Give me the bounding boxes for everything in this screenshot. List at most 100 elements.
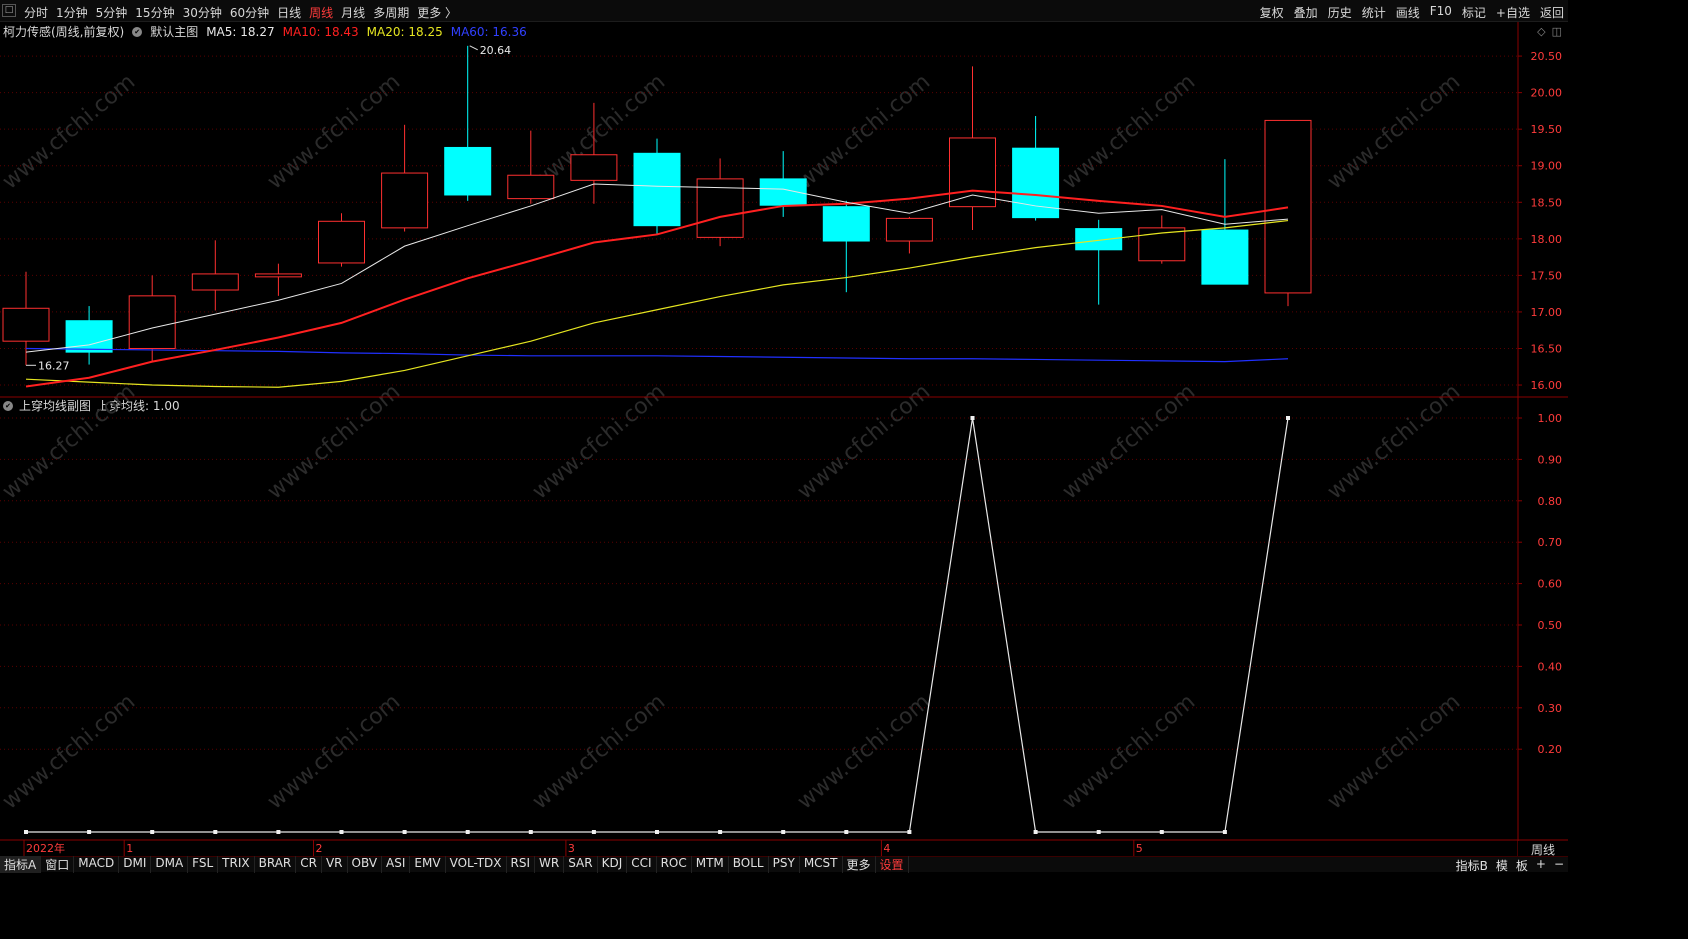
signal-point: [150, 830, 155, 834]
candle-body-up: [949, 137, 996, 208]
sub-y-label: 0.60: [1538, 578, 1563, 591]
kline-chart[interactable]: www.cfchi.com www.cfchi.com www.cfchi.com w…: [0, 0, 1568, 856]
candle-body-down: [822, 206, 870, 242]
watermark-text: www.cfchi.com: [1058, 379, 1200, 504]
indicator-tab-6[interactable]: TRIX: [218, 856, 255, 873]
indicator-tab-17[interactable]: KDJ: [598, 856, 628, 873]
signal-point: [528, 830, 533, 834]
indicator-tab-25[interactable]: 设置: [876, 856, 909, 873]
watermark-text: www.cfchi.com: [793, 689, 935, 814]
indicator-tab-14[interactable]: RSI: [507, 856, 536, 873]
indicator-tab-7[interactable]: BRAR: [255, 856, 297, 873]
indicator-tab-9[interactable]: VR: [322, 856, 348, 873]
right-tab-4[interactable]: −: [1554, 857, 1564, 874]
watermark-text: www.cfchi.com: [263, 379, 405, 504]
indicator-tab-1[interactable]: 窗口: [41, 856, 75, 873]
candle-body-up: [254, 273, 302, 278]
signal-point: [1222, 830, 1227, 834]
candle-body-up: [885, 217, 933, 242]
signal-point: [781, 830, 786, 834]
indicator-tab-15[interactable]: WR: [535, 856, 565, 873]
indicator-bar: 指标A 窗口 MACD DMI DMA FSL TRIX BRAR CR VR OBV ASI EMV V…: [0, 856, 1568, 874]
main-y-label: 18.50: [1531, 196, 1563, 209]
signal-point: [1096, 830, 1101, 834]
low-annotation: 16.27: [38, 359, 70, 372]
main-y-label: 18.00: [1531, 233, 1563, 246]
watermark-text: www.cfchi.com: [0, 689, 140, 814]
main-y-label: 19.50: [1531, 123, 1563, 136]
candle-body-down: [1012, 147, 1060, 219]
indicator-tab-10[interactable]: OBV: [348, 856, 383, 873]
candle-body-down: [444, 146, 492, 196]
indicator-tab-2[interactable]: MACD: [74, 856, 120, 873]
signal-point: [844, 830, 849, 834]
sub-y-label: 0.20: [1538, 743, 1563, 756]
watermark-text: www.cfchi.com: [1323, 379, 1465, 504]
indicator-tab-5[interactable]: FSL: [188, 856, 219, 873]
candle-body-down: [65, 320, 113, 353]
indicator-tab-19[interactable]: ROC: [657, 856, 692, 873]
signal-point: [970, 416, 975, 420]
sub-y-label: 1.00: [1538, 412, 1563, 425]
x-axis-label: 2022年: [26, 841, 65, 855]
indicator-tab-21[interactable]: BOLL: [729, 856, 769, 873]
watermark-text: www.cfchi.com: [1323, 69, 1465, 194]
signal-point: [591, 830, 596, 834]
indicator-tab-22[interactable]: PSY: [769, 856, 800, 873]
indicator-tab-20[interactable]: MTM: [692, 856, 729, 873]
candle-body-up: [507, 174, 555, 200]
main-y-label: 17.00: [1531, 306, 1563, 319]
x-axis-label: 1: [126, 842, 133, 855]
indicator-tab-23[interactable]: MCST: [800, 856, 843, 873]
right-tab-2[interactable]: 板: [1516, 857, 1528, 874]
sub-y-label: 0.90: [1538, 453, 1563, 466]
signal-point: [465, 830, 470, 834]
x-axis-label: 5: [1136, 842, 1143, 855]
main-y-label: 20.00: [1531, 87, 1563, 100]
indicator-tab-11[interactable]: ASI: [382, 856, 411, 873]
indicator-tab-4[interactable]: DMA: [151, 856, 189, 873]
sub-y-label: 0.30: [1538, 702, 1563, 715]
candle-body-up: [1264, 119, 1312, 294]
signal-point: [339, 830, 344, 834]
candle-body-down: [1075, 228, 1123, 251]
signal-point: [718, 830, 723, 834]
watermark-text: www.cfchi.com: [793, 379, 935, 504]
indicator-tab-18[interactable]: CCI: [627, 856, 657, 873]
main-y-label: 19.00: [1531, 160, 1563, 173]
indicator-tab-0[interactable]: 指标A: [0, 856, 42, 873]
candle-body-down: [1201, 229, 1249, 285]
indicator-tab-12[interactable]: EMV: [410, 856, 446, 873]
signal-point: [907, 830, 912, 834]
main-y-label: 17.50: [1531, 269, 1563, 282]
sub-y-label: 0.50: [1538, 619, 1563, 632]
right-tab-0[interactable]: 指标B: [1456, 857, 1488, 874]
high-marker: [469, 45, 478, 51]
indicator-tab-13[interactable]: VOL-TDX: [446, 856, 507, 873]
candle-body-up: [570, 154, 618, 181]
high-annotation: 20.64: [480, 44, 512, 57]
indicator-tab-16[interactable]: SAR: [564, 856, 598, 873]
x-axis-label: 4: [883, 842, 890, 855]
x-axis-label: 3: [568, 842, 575, 855]
right-tab-3[interactable]: +: [1536, 857, 1546, 874]
signal-point: [655, 830, 659, 834]
signal-point: [1033, 830, 1038, 834]
candle-body-down: [633, 152, 681, 227]
signal-point: [1286, 416, 1290, 420]
watermark-text: www.cfchi.com: [528, 379, 670, 504]
indicator-tab-24[interactable]: 更多: [843, 856, 876, 873]
candle-body-up: [2, 307, 50, 342]
candle-body-up: [381, 172, 429, 229]
right-tab-1[interactable]: 模: [1496, 857, 1508, 874]
signal-point: [1159, 830, 1164, 834]
signal-point: [213, 830, 218, 834]
candle-body-up: [191, 273, 239, 291]
signal-point: [87, 830, 92, 834]
indicator-tab-3[interactable]: DMI: [119, 856, 152, 873]
indicator-tab-8[interactable]: CR: [296, 856, 322, 873]
main-y-label: 16.00: [1531, 379, 1563, 392]
period-indicator: 周线: [1518, 841, 1568, 857]
signal-point: [24, 830, 28, 834]
sub-y-label: 0.40: [1538, 660, 1563, 673]
